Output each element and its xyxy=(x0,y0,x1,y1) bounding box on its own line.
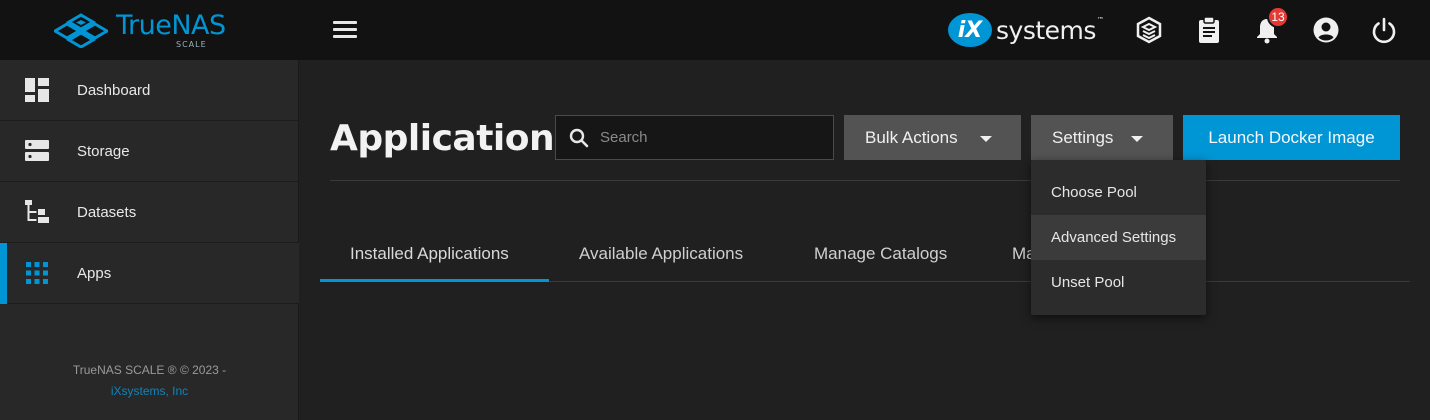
sidebar-item-label: Storage xyxy=(77,142,130,160)
sidebar-footer: TrueNAS SCALE ® © 2023 - iXsystems, Inc xyxy=(0,360,299,402)
copyright-text: TrueNAS SCALE ® © 2023 - xyxy=(72,363,227,377)
logo-text: TrueNAS xyxy=(116,10,226,41)
sidebar: Dashboard Storage Datasets Apps TrueNAS … xyxy=(0,60,299,420)
ixsystems-logo-mark: iX xyxy=(948,13,992,47)
power-icon xyxy=(1372,17,1396,44)
chevron-down-icon xyxy=(1131,136,1143,142)
clipboard-icon xyxy=(1199,16,1219,43)
account-icon xyxy=(1313,17,1339,43)
settings-button[interactable]: Settings xyxy=(1031,115,1173,160)
storage-icon xyxy=(25,140,49,161)
bulk-actions-button[interactable]: Bulk Actions xyxy=(844,115,1021,160)
search-input[interactable] xyxy=(600,129,820,146)
menu-item-advanced-settings[interactable]: Advanced Settings xyxy=(1031,215,1206,260)
launch-docker-image-button[interactable]: Launch Docker Image xyxy=(1183,115,1400,160)
apps-icon xyxy=(26,262,48,284)
header-divider xyxy=(330,180,1400,181)
ixsystems-logo-text: systems™ xyxy=(996,15,1104,45)
jobs-button[interactable] xyxy=(1193,14,1225,46)
power-button[interactable] xyxy=(1368,14,1400,46)
tab-installed-applications[interactable]: Installed Applications xyxy=(350,226,509,281)
sidebar-item-datasets[interactable]: Datasets xyxy=(0,182,299,243)
tab-bar: Installed Applications Available Applica… xyxy=(320,226,1410,282)
hamburger-line xyxy=(333,21,357,24)
tab-available-applications[interactable]: Available Applications xyxy=(579,226,743,281)
notification-badge: 13 xyxy=(1267,6,1289,28)
menu-item-label: Advanced Settings xyxy=(1051,229,1177,246)
datasets-icon xyxy=(25,200,49,223)
search-box[interactable] xyxy=(555,115,834,160)
menu-item-label: Unset Pool xyxy=(1051,274,1125,291)
ixsystems-logo[interactable]: iX systems™ xyxy=(948,12,1104,48)
menu-toggle-button[interactable] xyxy=(330,18,360,42)
top-bar: TrueNAS SCALE iX systems™ 13 xyxy=(0,0,1430,60)
tab-label: Available Applications xyxy=(579,243,744,263)
hamburger-line xyxy=(333,28,357,31)
tab-label: Manage Catalogs xyxy=(814,243,948,263)
search-icon xyxy=(569,128,589,147)
page-title: Applications xyxy=(330,118,576,159)
logo-subtext: SCALE xyxy=(176,40,207,49)
truecommand-icon xyxy=(1136,16,1162,44)
hamburger-line xyxy=(333,35,357,38)
truecommand-button[interactable] xyxy=(1133,14,1165,46)
truenas-logo-icon xyxy=(54,13,108,48)
menu-item-choose-pool[interactable]: Choose Pool xyxy=(1031,170,1206,215)
active-tab-indicator xyxy=(320,279,549,282)
tab-manage-catalogs[interactable]: Manage Catalogs xyxy=(814,226,947,281)
menu-item-unset-pool[interactable]: Unset Pool xyxy=(1031,260,1206,305)
truenas-logo[interactable]: TrueNAS SCALE xyxy=(54,9,244,51)
tab-label: Installed Applications xyxy=(350,243,509,263)
ixsystems-link[interactable]: iXsystems, Inc xyxy=(0,381,299,402)
sidebar-item-label: Apps xyxy=(77,264,112,282)
menu-item-label: Choose Pool xyxy=(1051,184,1137,201)
launch-docker-image-label: Launch Docker Image xyxy=(1208,127,1375,147)
sidebar-item-dashboard[interactable]: Dashboard xyxy=(0,60,299,121)
sidebar-item-label: Datasets xyxy=(77,203,137,221)
settings-menu: Choose Pool Advanced Settings Unset Pool xyxy=(1031,160,1206,315)
bulk-actions-label: Bulk Actions xyxy=(865,127,958,147)
trademark: ™ xyxy=(1096,15,1104,24)
sidebar-item-label: Dashboard xyxy=(77,81,151,99)
account-button[interactable] xyxy=(1310,14,1342,46)
dashboard-icon xyxy=(25,78,49,102)
sidebar-item-storage[interactable]: Storage xyxy=(0,121,299,182)
ixsystems-wordmark: systems xyxy=(996,15,1096,45)
alerts-button[interactable]: 13 xyxy=(1251,6,1289,46)
settings-label: Settings xyxy=(1052,127,1114,147)
chevron-down-icon xyxy=(980,136,992,142)
sidebar-item-apps[interactable]: Apps xyxy=(0,243,299,304)
